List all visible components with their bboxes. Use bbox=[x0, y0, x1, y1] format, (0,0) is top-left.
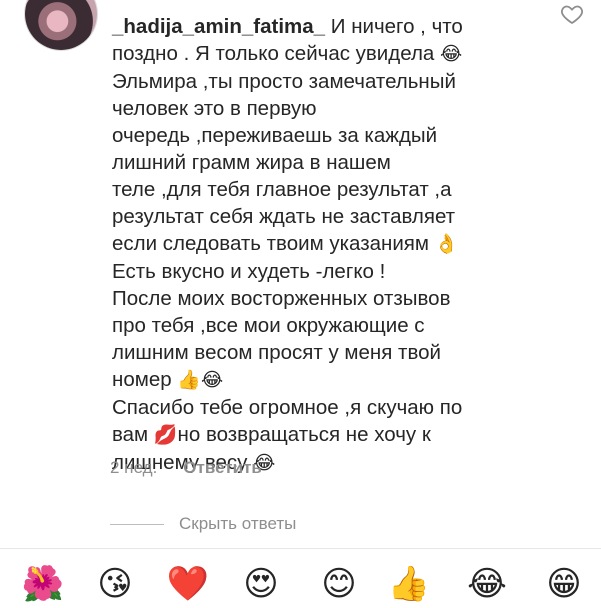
comment-line: если следовать твоим указаниям bbox=[112, 232, 429, 255]
hide-replies-button[interactable]: Скрыть ответы bbox=[110, 514, 296, 534]
comment-line: Есть вкусно и худеть -легко ! bbox=[112, 260, 386, 283]
kiss-lips-emoji-icon: 💋 bbox=[153, 424, 178, 446]
comment-line: поздно . Я только сейчас увидела bbox=[112, 42, 435, 65]
emoji-quick-reactions-bar: 🌺 😘 ❤️ 😍 😊 👍 😂 😁 bbox=[0, 560, 601, 604]
comment-timestamp: 2 нед. bbox=[110, 458, 158, 477]
laugh-emoji-icon: 😂 bbox=[440, 43, 463, 65]
comment-line: но возвращаться не хочу к bbox=[177, 423, 431, 446]
comment-line: теле ,для тебя главное результат ,а bbox=[112, 178, 452, 201]
smiling-face-emoji-icon[interactable]: 😊 bbox=[315, 560, 363, 608]
comment-line: вам bbox=[112, 423, 149, 446]
tears-of-joy-emoji-icon[interactable]: 😂 bbox=[463, 560, 511, 608]
comment-line: очередь ,переживаешь за каждый bbox=[112, 124, 438, 147]
like-heart-icon[interactable] bbox=[560, 2, 584, 26]
hide-replies-label: Скрыть ответы bbox=[179, 514, 297, 533]
comment-line: Спасибо тебе огромное ,я скучаю по bbox=[112, 396, 463, 419]
comment-text: _hadija_amin_fatima_ И ничего , что позд… bbox=[112, 0, 532, 477]
comment-line: Эльмира ,ты просто замечательный bbox=[112, 70, 456, 93]
avatar[interactable] bbox=[25, 0, 97, 50]
hide-replies-divider bbox=[110, 523, 164, 525]
kissing-face-emoji-icon[interactable]: 😘 bbox=[91, 560, 139, 608]
comment-line: результат себя ждать не заставляет bbox=[112, 205, 456, 228]
comment-line: про тебя ,все мои окружающие с bbox=[112, 314, 425, 337]
comment-meta: 2 нед. Ответить bbox=[110, 456, 262, 480]
ok-hand-emoji-icon: 👌 bbox=[434, 233, 459, 255]
grinning-face-emoji-icon[interactable]: 😁 bbox=[540, 560, 588, 608]
hibiscus-emoji-icon[interactable]: 🌺 bbox=[19, 560, 67, 608]
comment-line: И ничего , что bbox=[325, 15, 463, 38]
comment-line: лишним весом просят у меня твой bbox=[112, 341, 441, 364]
comment-username[interactable]: _hadija_amin_fatima_ bbox=[112, 15, 325, 38]
thumbs-up-emoji-icon: 👍 bbox=[177, 369, 201, 391]
laugh-emoji-icon: 😂 bbox=[201, 369, 224, 391]
red-heart-emoji-icon[interactable]: ❤️ bbox=[164, 560, 212, 608]
comment-line: человек это в первую bbox=[112, 97, 317, 120]
comment-line: номер bbox=[112, 368, 172, 391]
reply-button[interactable]: Ответить bbox=[183, 458, 262, 478]
comment-line: После моих восторженных отзывов bbox=[112, 287, 451, 310]
heart-eyes-emoji-icon[interactable]: 😍 bbox=[237, 560, 285, 608]
emoji-bar-divider bbox=[0, 548, 601, 549]
comment-line: лишний грамм жира в нашем bbox=[112, 151, 391, 174]
thumbs-up-emoji-icon[interactable]: 👍 bbox=[385, 560, 433, 608]
